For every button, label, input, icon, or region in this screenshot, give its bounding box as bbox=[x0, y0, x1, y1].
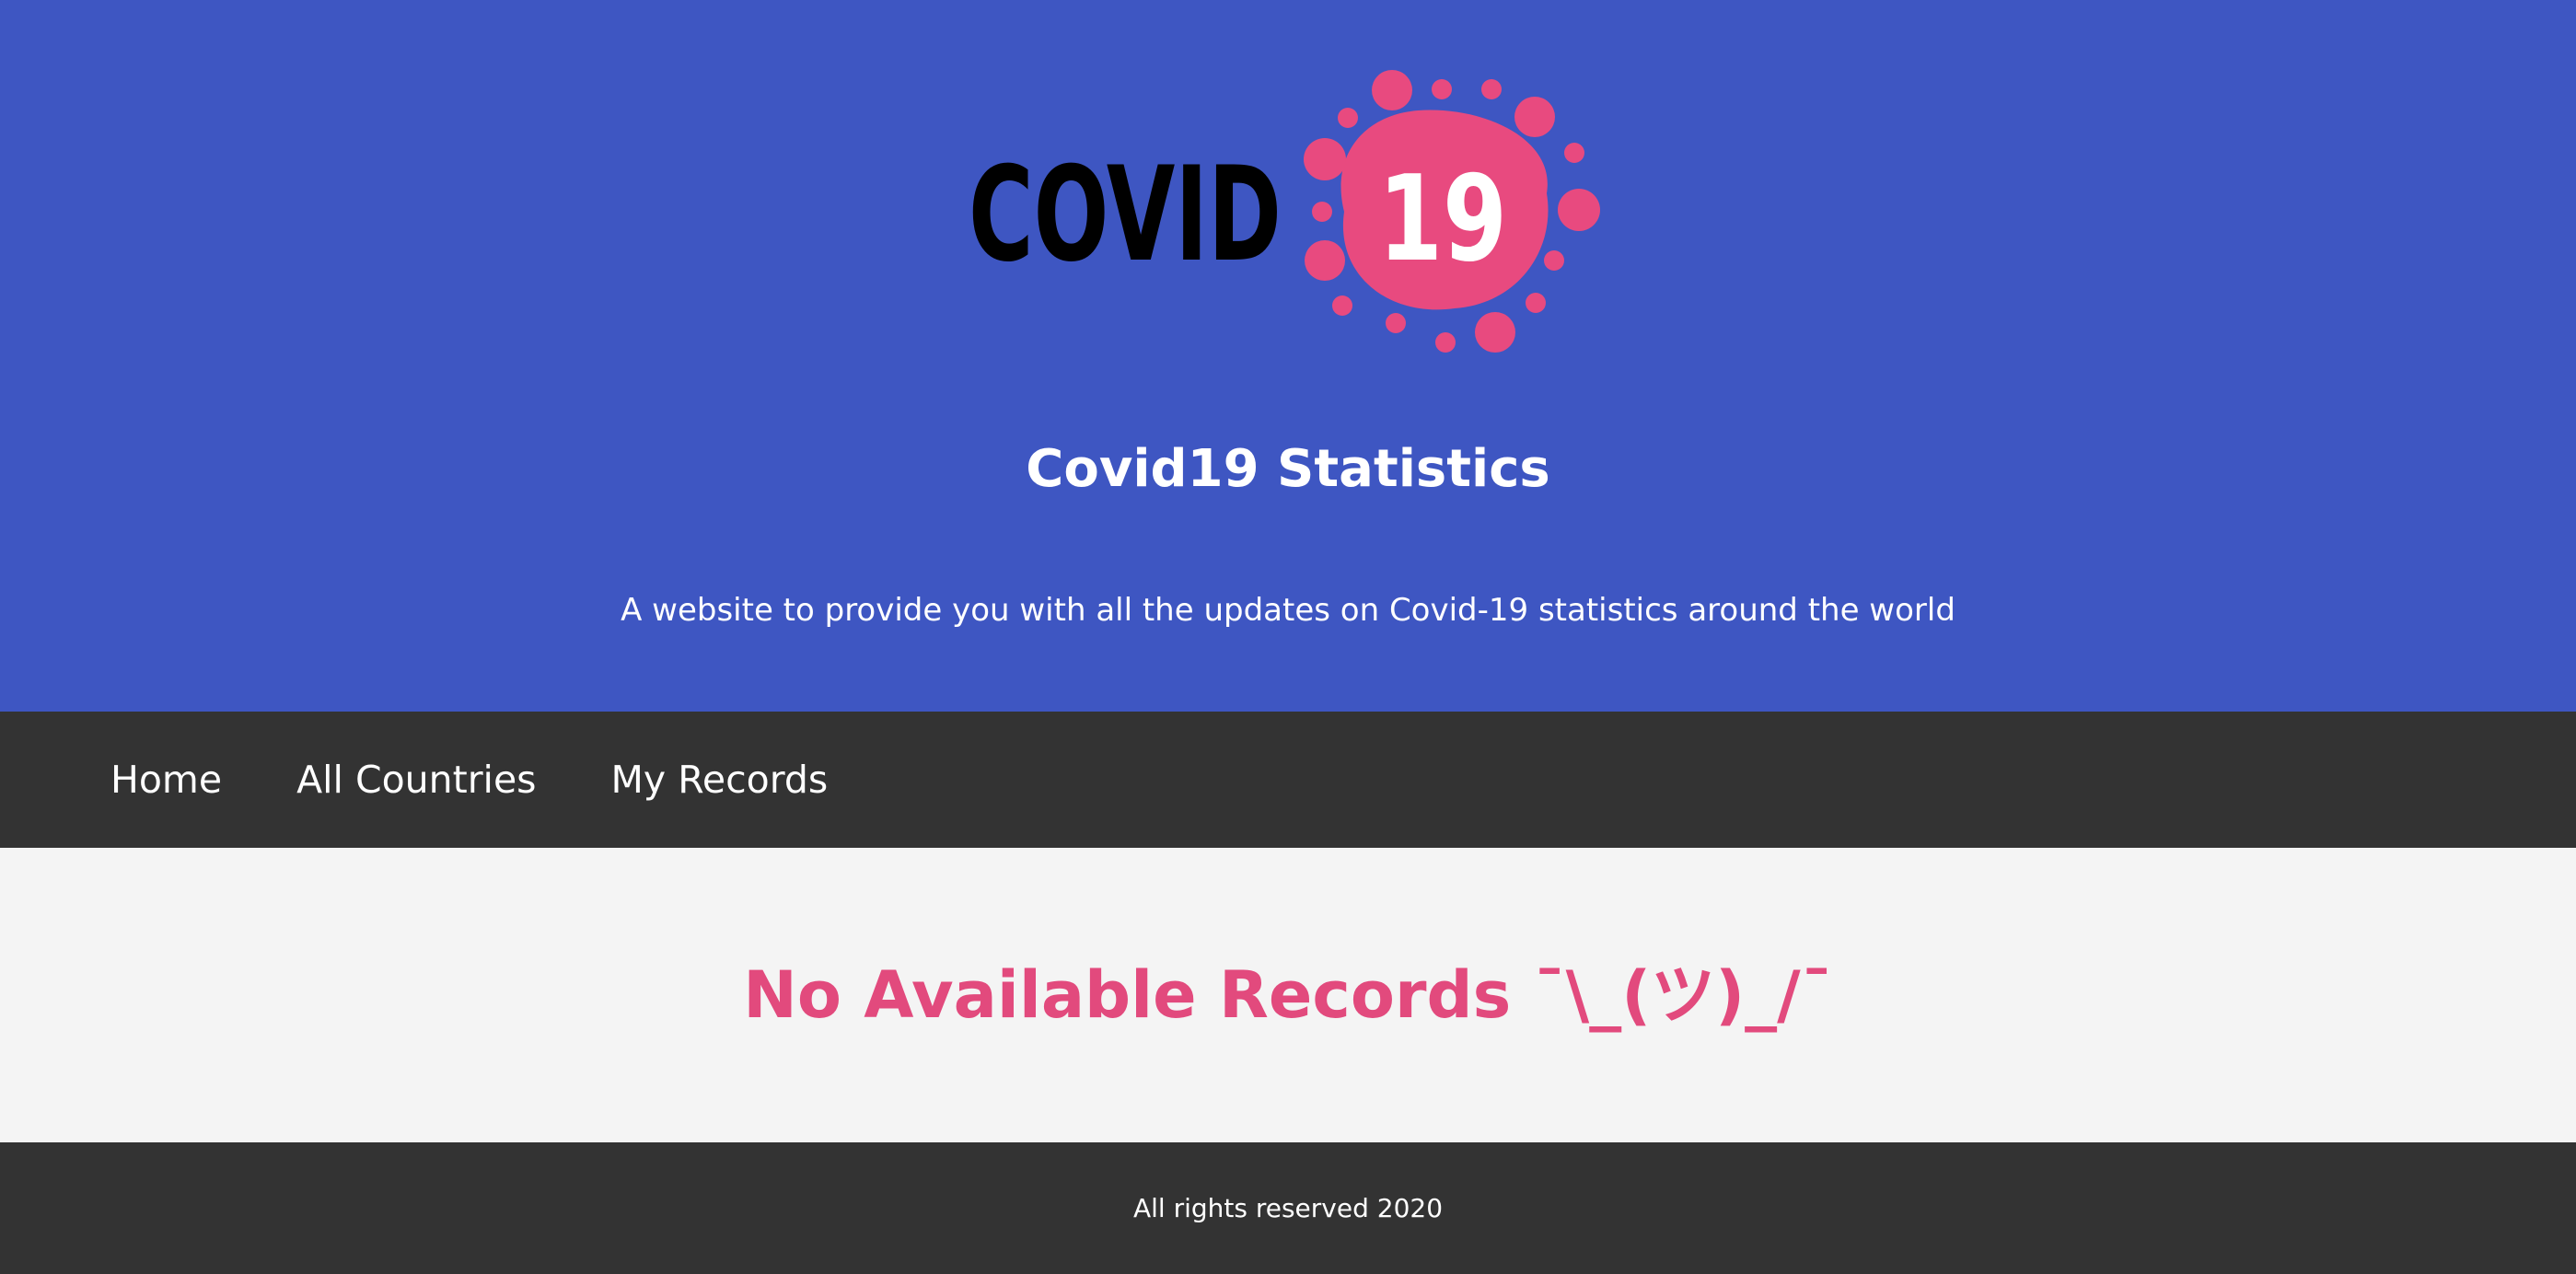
main-content: No Available Records ¯\_(ツ)_/¯ bbox=[0, 848, 2576, 1142]
main-navigation: Home All Countries My Records bbox=[0, 712, 2576, 848]
logo-word: COVID bbox=[969, 139, 1282, 291]
covid19-logo: COVID 19 bbox=[969, 70, 1600, 353]
nav-link-all-countries[interactable]: All Countries bbox=[296, 752, 536, 807]
site-footer: All rights reserved 2020 bbox=[0, 1142, 2576, 1274]
site-header: COVID 19 Covid19 Statistics A website to… bbox=[0, 0, 2576, 712]
page: COVID 19 Covid19 Statistics A website to… bbox=[0, 0, 2576, 1274]
copyright-text: All rights reserved 2020 bbox=[1132, 1193, 1444, 1223]
no-records-message: No Available Records ¯\_(ツ)_/¯ bbox=[743, 957, 1833, 1033]
nav-link-my-records[interactable]: My Records bbox=[611, 752, 829, 807]
site-tagline: A website to provide you with all the up… bbox=[621, 592, 1955, 629]
nav-link-home[interactable]: Home bbox=[110, 752, 222, 807]
logo-number: 19 bbox=[1378, 151, 1507, 288]
site-title: Covid19 Statistics bbox=[1026, 439, 1550, 499]
